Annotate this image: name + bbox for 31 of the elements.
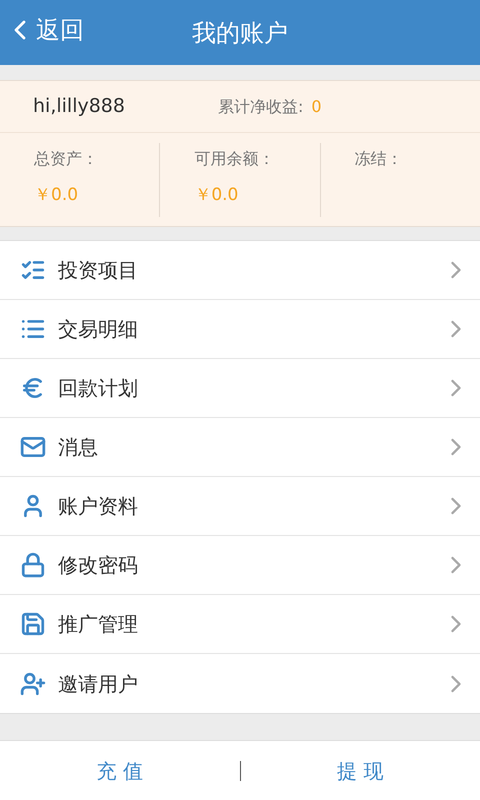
back-button[interactable]: 返回 — [4, 12, 84, 48]
menu-item[interactable]: 邀请用户 — [0, 654, 480, 713]
menu-label: 推广管理 — [58, 611, 139, 638]
page-title: 我的账户 — [192, 18, 288, 48]
greeting: hi,lilly888 — [33, 94, 126, 120]
menu-item[interactable]: 账户资料 — [0, 477, 480, 536]
stat-label: 冻结： — [354, 148, 404, 170]
menu-label: 消息 — [58, 434, 99, 461]
menu-item[interactable]: 交易明细 — [0, 300, 480, 359]
padlock-icon — [20, 552, 46, 578]
user-add-icon — [20, 670, 46, 696]
stat-value: ￥0.0 — [194, 184, 240, 206]
bottom-action-button[interactable]: 提 现 — [240, 741, 480, 800]
menu-label: 交易明细 — [58, 316, 139, 343]
bottom-action-button[interactable]: 充 值 — [0, 741, 240, 800]
menu-item[interactable]: 投资项目 — [0, 241, 480, 300]
envelope-icon — [20, 434, 46, 460]
menu-label: 邀请用户 — [58, 670, 139, 698]
menu-label: 回款计划 — [58, 375, 139, 402]
stat-value: ￥0.0 — [34, 184, 80, 206]
menu-item[interactable]: 回款计划 — [0, 359, 480, 418]
menu-item[interactable]: 消息 — [0, 418, 480, 477]
menu-label: 修改密码 — [58, 552, 139, 579]
earnings-label: 累计净收益: — [218, 96, 304, 118]
menu-label: 账户资料 — [58, 493, 139, 520]
earnings-value: 0 — [311, 96, 322, 118]
stat-label: 总资产： — [34, 148, 99, 170]
stat-label: 可用余额： — [194, 148, 276, 170]
menu-item[interactable]: 修改密码 — [0, 536, 480, 595]
menu-label: 投资项目 — [58, 257, 139, 284]
menu-item[interactable]: 推广管理 — [0, 595, 480, 654]
